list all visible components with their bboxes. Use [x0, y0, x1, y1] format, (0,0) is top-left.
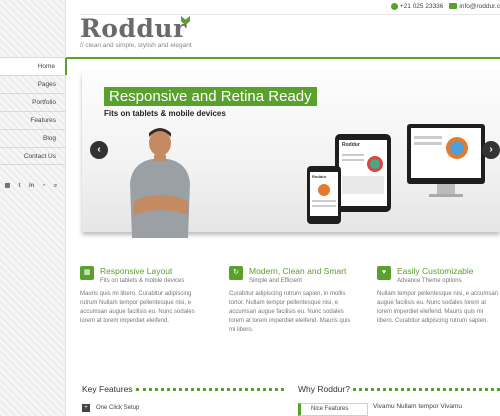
feature-text: Mauris quis mi libero. Curabitur adipisc… — [80, 291, 195, 324]
slider-next-button[interactable]: › — [482, 141, 500, 159]
feature-title: Responsive Layout — [100, 266, 173, 276]
nav-item-features[interactable]: Features — [0, 111, 66, 129]
phone-icon — [390, 3, 398, 10]
heart-icon: ♥ — [377, 266, 391, 280]
key-feature-item[interactable]: + One Click Setup — [82, 404, 139, 412]
linkedin-icon[interactable]: in — [28, 183, 35, 190]
main-nav: Home Pages Portfolio Features Blog Conta… — [0, 57, 67, 165]
refresh-icon: ↻ — [229, 266, 243, 280]
search-icon[interactable]: ⌕ — [52, 183, 59, 190]
tab-content-text: Vivamu Nullam tempor Vivamu — [373, 403, 462, 410]
hero-slider: Responsive and Retina Ready Fits on tabl… — [82, 71, 500, 238]
twitter-icon[interactable]: t — [16, 183, 23, 190]
email-icon — [449, 3, 458, 10]
feature-title: Easily Customizable — [397, 266, 474, 276]
email-address[interactable]: info@roddur.c — [459, 3, 500, 10]
plus-icon: + — [82, 404, 90, 412]
phone-contact: +21 025 23336 — [390, 3, 444, 11]
contact-bar: +21 025 23336 info@roddur.c — [390, 3, 500, 11]
nav-item-blog[interactable]: Blog — [0, 129, 66, 147]
feature-subtitle: Fits on tablets & mobile devices — [100, 278, 185, 284]
feature-text: Curabitur adipiscing rutrum sapien, in m… — [229, 291, 351, 333]
phone-logo: Roddur — [312, 174, 327, 179]
feature-title: Modern, Clean and Smart — [249, 266, 347, 276]
accent-line — [66, 57, 500, 59]
key-features-heading: Key Features — [82, 384, 133, 394]
rss-icon[interactable]: ◔ — [40, 183, 47, 190]
slide-title: Responsive and Retina Ready — [104, 87, 317, 106]
tablet-logo: Roddur — [342, 142, 360, 148]
nav-item-pages[interactable]: Pages — [0, 75, 66, 93]
grid-icon: ▦ — [80, 266, 94, 280]
key-feature-label: One Click Setup — [96, 405, 140, 411]
social-links: ▦ t in ◔ ⌕ — [4, 183, 59, 190]
site-tagline: // clean and simple, stylish and elegant — [80, 42, 192, 49]
feature-subtitle: Simple and Efficient — [249, 278, 302, 284]
feature-subtitle: Advance Theme options — [397, 278, 462, 284]
devices-image: Roddur Roddur — [307, 124, 485, 224]
nav-item-contact[interactable]: Contact Us — [0, 147, 66, 165]
site-logo[interactable]: Roddur — [80, 14, 187, 43]
person-image — [130, 128, 190, 238]
feature-text: Nullam tempor pellentesque nisi, e accum… — [377, 291, 499, 324]
key-features-divider — [136, 388, 284, 391]
nav-item-portfolio[interactable]: Portfolio — [0, 93, 66, 111]
nav-item-home[interactable]: Home — [0, 57, 67, 75]
why-roddur-heading: Why Roddur? — [298, 384, 350, 394]
why-roddur-divider — [353, 388, 500, 391]
grid-icon[interactable]: ▦ — [4, 183, 11, 190]
leaf-icon — [181, 16, 190, 25]
email-contact[interactable]: info@roddur.c — [449, 3, 500, 10]
phone-number: +21 025 23336 — [399, 3, 444, 11]
tab-nice-features[interactable]: Nice Features — [298, 403, 368, 416]
slider-prev-button[interactable]: ‹ — [90, 141, 108, 159]
slide-subtitle: Fits on tablets & mobile devices — [104, 109, 226, 118]
